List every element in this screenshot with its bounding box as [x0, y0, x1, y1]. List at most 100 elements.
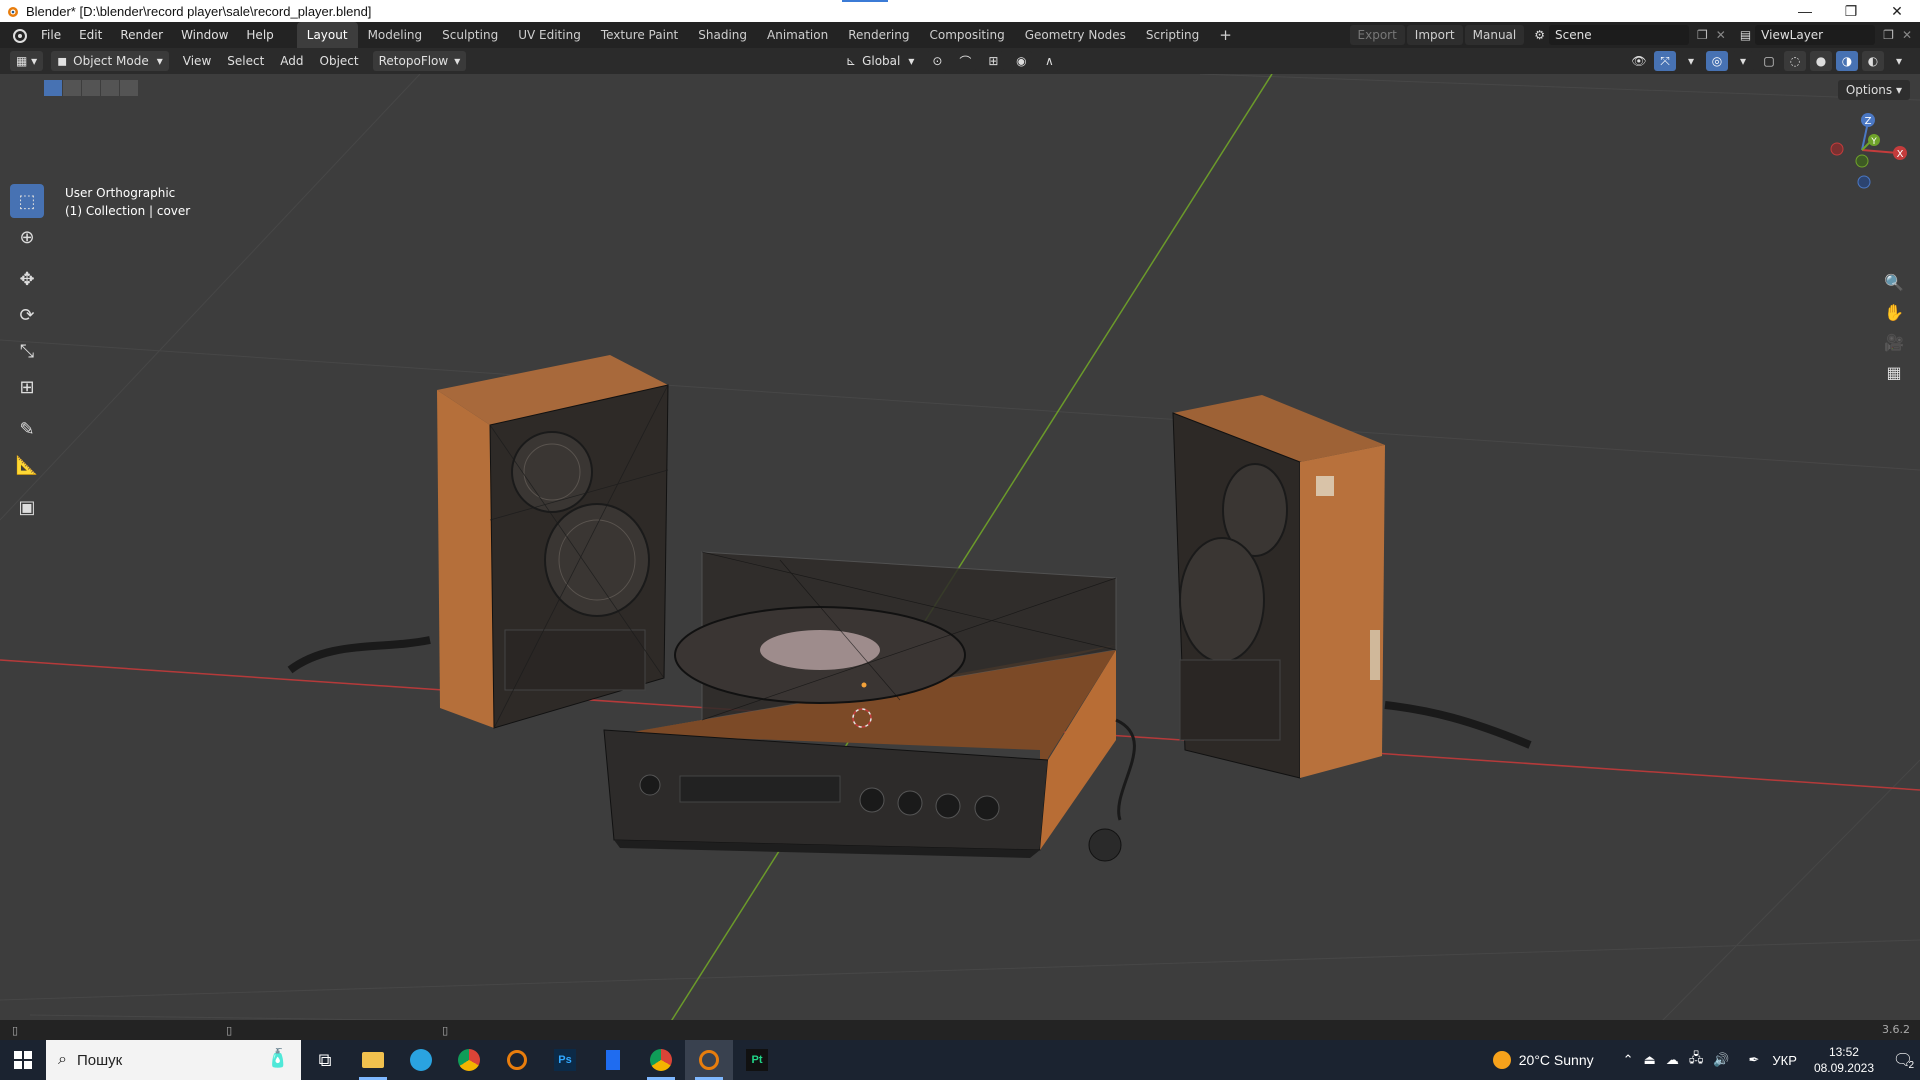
chevron-up-icon[interactable]: ⌃	[1623, 1052, 1634, 1068]
viewlayer-name: ViewLayer	[1761, 28, 1824, 42]
photoshop-icon[interactable]: Ps	[541, 1040, 589, 1080]
tab-geometry-nodes[interactable]: Geometry Nodes	[1015, 22, 1136, 48]
file-explorer-icon[interactable]	[349, 1040, 397, 1080]
rotate-tool-icon[interactable]: ⟳	[10, 298, 44, 332]
remove-viewlayer-icon[interactable]: ✕	[1902, 28, 1912, 42]
new-viewlayer-icon[interactable]: ❐	[1883, 28, 1894, 42]
chrome-icon[interactable]	[445, 1040, 493, 1080]
wireframe-shading-icon[interactable]: ◌	[1784, 51, 1806, 71]
editor-type-dropdown[interactable]: ▦ ▾	[10, 51, 44, 71]
taskbar-search[interactable]: ⌕ Пошук 🧴	[46, 1040, 301, 1080]
bookmark-app-icon[interactable]	[589, 1040, 637, 1080]
visibility-icon[interactable]: 👁	[1628, 51, 1650, 71]
menu-select[interactable]: Select	[219, 54, 272, 68]
tab-animation[interactable]: Animation	[757, 22, 838, 48]
scene-canvas[interactable]: Z X Y	[0, 74, 1920, 1023]
cursor-tool-icon[interactable]: ⊕	[10, 220, 44, 254]
move-tool-icon[interactable]: ✥	[10, 262, 44, 296]
material-shading-icon[interactable]: ◑	[1836, 51, 1858, 71]
pivot-icon[interactable]: ⊙	[926, 51, 949, 71]
tab-modeling[interactable]: Modeling	[358, 22, 433, 48]
shading-dropdown-icon[interactable]: ▾	[1888, 51, 1910, 71]
new-scene-icon[interactable]: ❐	[1697, 28, 1708, 42]
navigation-gizmo[interactable]: Z X Y	[1830, 113, 1907, 189]
mode-dropdown[interactable]: ◼ Object Mode ▾	[51, 51, 169, 71]
remove-scene-icon[interactable]: ✕	[1716, 28, 1726, 42]
tab-shading[interactable]: Shading	[688, 22, 757, 48]
language-indicator[interactable]: УКР	[1772, 1053, 1797, 1068]
menu-window[interactable]: Window	[172, 22, 237, 48]
add-workspace-button[interactable]: +	[1209, 22, 1242, 48]
task-view-icon[interactable]: ⧉	[301, 1040, 349, 1080]
transform-tool-icon[interactable]: ⊞	[10, 370, 44, 404]
pycharm-icon[interactable]: Pt	[733, 1040, 781, 1080]
options-dropdown[interactable]: Options ▾	[1837, 80, 1910, 100]
start-button[interactable]	[0, 1040, 46, 1080]
solid-shading-icon[interactable]: ●	[1810, 51, 1832, 71]
usb-icon[interactable]: ⏏	[1644, 1052, 1656, 1068]
pen-icon[interactable]: ✒	[1749, 1052, 1760, 1068]
notifications-icon[interactable]: 🗨 2	[1886, 1040, 1920, 1080]
viewlayer-selector[interactable]: ViewLayer	[1755, 25, 1876, 45]
scene-icon[interactable]: ⚙	[1534, 28, 1545, 42]
minimize-button[interactable]: —	[1782, 0, 1828, 22]
xray-toggle-icon[interactable]: ▢	[1758, 51, 1780, 71]
close-button[interactable]: ✕	[1874, 0, 1920, 22]
tab-compositing[interactable]: Compositing	[919, 22, 1014, 48]
weather-widget[interactable]: 20°C Sunny	[1492, 1051, 1594, 1069]
falloff-icon[interactable]: ∧	[1038, 51, 1061, 71]
clock[interactable]: 13:52 08.09.2023	[1814, 1044, 1874, 1076]
cloud-icon[interactable]: ☁	[1666, 1052, 1679, 1068]
rendered-shading-icon[interactable]: ◐	[1862, 51, 1884, 71]
gizmo-dropdown-icon[interactable]: ▾	[1680, 51, 1702, 71]
snap-icon[interactable]: ⌒	[954, 51, 977, 71]
import-button[interactable]: Import	[1406, 25, 1463, 45]
orientation-dropdown[interactable]: ⊾ Global ▾	[840, 51, 921, 71]
tab-uv-editing[interactable]: UV Editing	[508, 22, 591, 48]
menu-view[interactable]: View	[175, 54, 219, 68]
menu-help[interactable]: Help	[237, 22, 282, 48]
menu-add[interactable]: Add	[272, 54, 311, 68]
snap-target-icon[interactable]: ⊞	[982, 51, 1005, 71]
navigation-tools: 🔍 ✋ 🎥 ▦	[1880, 268, 1908, 388]
3d-viewport[interactable]: Z X Y ⬚ ⊕ ✥ ⟳ ⤡ ⊞ ✎ 📐 ▣ User Orthographi…	[0, 74, 1920, 1023]
overlay-toggle-icon[interactable]: ◎	[1706, 51, 1728, 71]
camera-view-icon[interactable]: 🎥	[1880, 328, 1908, 356]
zoom-icon[interactable]: 🔍	[1880, 268, 1908, 296]
blender-active-icon[interactable]	[685, 1040, 733, 1080]
retopoflow-dropdown[interactable]: RetopoFlow ▾	[372, 51, 467, 71]
ortho-toggle-icon[interactable]: ▦	[1880, 358, 1908, 386]
tab-sculpting[interactable]: Sculpting	[432, 22, 508, 48]
scene-selector[interactable]: Scene	[1549, 25, 1689, 45]
proportional-edit-icon[interactable]: ◉	[1010, 51, 1033, 71]
left-speaker[interactable]	[437, 355, 669, 729]
telegram-icon[interactable]	[397, 1040, 445, 1080]
tab-rendering[interactable]: Rendering	[838, 22, 919, 48]
scale-tool-icon[interactable]: ⤡	[10, 334, 44, 368]
tab-texture-paint[interactable]: Texture Paint	[591, 22, 688, 48]
menu-edit[interactable]: Edit	[70, 22, 111, 48]
blender-menu-icon[interactable]	[6, 22, 32, 48]
restore-button[interactable]: ❐	[1828, 0, 1874, 22]
pan-hand-icon[interactable]: ✋	[1880, 298, 1908, 326]
menu-file[interactable]: File	[32, 22, 70, 48]
blender-app-icon[interactable]	[493, 1040, 541, 1080]
network-icon[interactable]: 🖧	[1689, 1049, 1704, 1071]
right-speaker[interactable]	[1172, 395, 1385, 779]
export-button[interactable]: Export	[1349, 25, 1405, 45]
chrome-icon-2[interactable]	[637, 1040, 685, 1080]
tab-layout[interactable]: Layout	[296, 22, 358, 48]
object-mode-icon: ◼	[57, 54, 68, 68]
select-box-tool-icon[interactable]: ⬚	[10, 184, 44, 218]
menu-render[interactable]: Render	[111, 22, 172, 48]
viewlayer-icon[interactable]: ▤	[1740, 28, 1751, 42]
overlay-dropdown-icon[interactable]: ▾	[1732, 51, 1754, 71]
add-cube-tool-icon[interactable]: ▣	[10, 490, 44, 524]
manual-button[interactable]: Manual	[1464, 25, 1525, 45]
gizmo-toggle-icon[interactable]: ⤧	[1654, 51, 1676, 71]
annotate-tool-icon[interactable]: ✎	[10, 412, 44, 446]
volume-icon[interactable]: 🔊	[1713, 1052, 1729, 1068]
measure-tool-icon[interactable]: 📐	[10, 448, 44, 482]
menu-object[interactable]: Object	[312, 54, 367, 68]
tab-scripting[interactable]: Scripting	[1136, 22, 1209, 48]
